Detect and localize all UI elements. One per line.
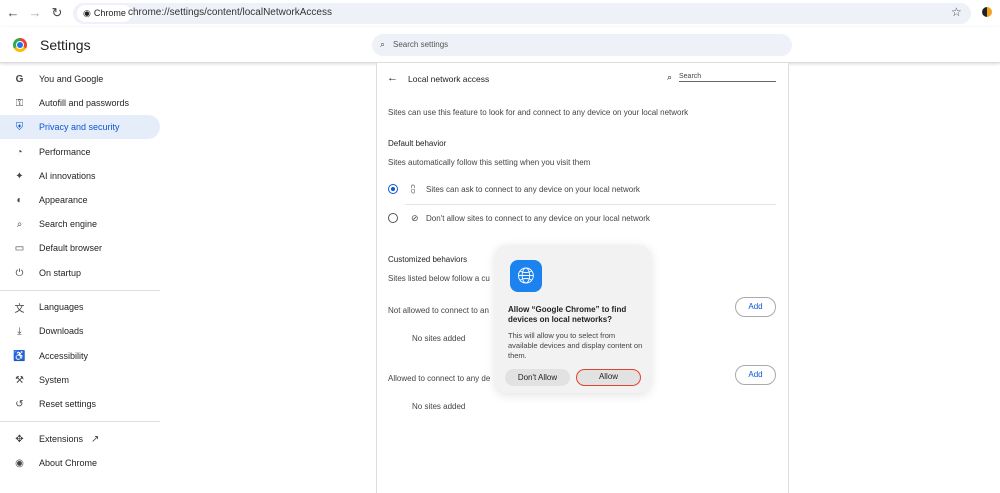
divider [0,421,160,422]
search-icon: ⌕ [380,39,386,49]
sidebar-item-you-and-google[interactable]: G You and Google [0,67,160,91]
back-icon[interactable]: ← [5,5,21,20]
external-link-icon: ↗ [91,433,100,445]
sidebar-item-appearance[interactable]: ◐ Appearance [0,188,160,212]
label: Appearance [39,195,88,205]
wrench-icon: ⚒ [15,374,24,386]
reload-icon[interactable]: ↻ [49,5,65,21]
dont-allow-button[interactable]: Don't Allow [505,369,570,386]
custom-sub: Sites listed below follow a cu [388,274,490,283]
custom-heading: Customized behaviors [388,255,468,264]
url-text[interactable]: chrome://settings/content/localNetworkAc… [128,7,332,18]
sidebar-item-system[interactable]: ⚒ System [0,368,160,392]
sidebar-item-search-engine[interactable]: ⌕ Search engine [0,212,160,236]
back-arrow-icon[interactable]: ← [387,72,398,84]
allow-button[interactable]: Allow [576,369,641,386]
label: Default browser [39,243,103,253]
sidebar-item-ai[interactable]: ✦ AI innovations [0,164,160,188]
radio-ask[interactable] [388,184,398,194]
download-icon: ⤓ [17,325,22,337]
accessibility-icon: ♿ [13,350,26,362]
add-allowed-button[interactable]: Add [735,365,776,385]
option-block-label[interactable]: Don't allow sites to connect to any devi… [426,214,650,223]
translate-icon: 文 [14,303,25,315]
label: Languages [39,302,84,312]
chrome-logo-icon [13,38,27,52]
chrome-icon: ◉ [15,457,24,469]
puzzle-icon: ✥ [15,433,24,445]
shield-icon: ⛨ [15,121,24,133]
label: Autofill and passwords [39,98,130,108]
site-chip[interactable]: ◉ Chrome [77,5,132,22]
network-icon: ⩉ [411,184,416,194]
label: Performance [39,147,91,157]
forward-icon[interactable]: → [27,5,43,20]
section-title: Local network access [408,74,490,84]
search-settings-input[interactable]: Search settings [372,34,792,56]
dialog-title: Allow “Google Chrome” to find devices on… [508,305,627,324]
label: You and Google [39,74,104,84]
divider [0,290,160,291]
label: AI innovations [39,171,96,181]
sidebar-item-downloads[interactable]: ⤓ Downloads [0,319,160,343]
sidebar-item-performance[interactable]: ◔ Performance [0,140,160,164]
sidebar-item-languages[interactable]: 文 Languages [0,295,160,319]
allowed-label: Allowed to connect to any de [388,374,491,383]
sidebar-item-extensions[interactable]: ✥ Extensions ↗ [0,427,160,451]
option-ask-label[interactable]: Sites can ask to connect to any device o… [426,185,640,194]
reset-icon: ↺ [15,398,24,410]
not-allowed-label: Not allowed to connect to an [388,306,489,315]
description: Sites can use this feature to look for a… [388,108,689,117]
sidebar-item-privacy[interactable]: ⛨ Privacy and security [0,115,160,139]
sidebar-item-about[interactable]: ◉ About Chrome [0,451,160,475]
empty-not-allowed: No sites added [412,334,466,343]
speedometer-icon: ◔ [16,146,23,158]
page-title: Settings [40,37,91,53]
label: About Chrome [39,458,98,468]
chrome-icon: ◉ [83,8,91,18]
sparkle-icon: ✦ [15,170,24,182]
label: Downloads [39,326,84,336]
sidebar-item-reset[interactable]: ↺ Reset settings [0,392,160,416]
add-not-allowed-button[interactable]: Add [735,297,776,317]
key-icon: ⚿ [15,97,24,109]
network-globe-icon: 🌐︎ [510,260,542,292]
bookmark-star-icon[interactable]: ☆ [951,5,962,19]
sidebar-item-on-startup[interactable]: ⏻ On startup [0,261,160,285]
extension-icon[interactable] [982,7,992,17]
label: Accessibility [39,351,89,361]
network-off-icon: ⊘ [411,213,419,223]
label: On startup [39,268,82,278]
label: Reset settings [39,399,97,409]
browser-icon: ▭ [14,242,25,254]
search-icon: ⌕ [16,218,23,230]
label: System [39,375,70,385]
label: Extensions [39,434,84,444]
palette-icon: ◐ [16,194,23,206]
label: Privacy and security [39,122,120,132]
search-icon: ⌕ [667,72,673,82]
sidebar-item-autofill[interactable]: ⚿ Autofill and passwords [0,91,160,115]
site-search-input[interactable]: Search [679,73,776,82]
default-heading: Default behavior [388,139,447,148]
empty-allowed: No sites added [412,402,466,411]
chip-label: Chrome [93,8,126,18]
google-icon: G [15,73,24,85]
label: Search engine [39,219,98,229]
dialog-body: This will allow you to select from avail… [508,331,643,360]
default-sub: Sites automatically follow this setting … [388,158,591,167]
radio-block[interactable] [388,213,398,223]
sidebar-item-accessibility[interactable]: ♿ Accessibility [0,344,160,368]
sidebar-item-default-browser[interactable]: ▭ Default browser [0,236,160,260]
divider [405,204,776,205]
power-icon: ⏻ [15,267,24,279]
